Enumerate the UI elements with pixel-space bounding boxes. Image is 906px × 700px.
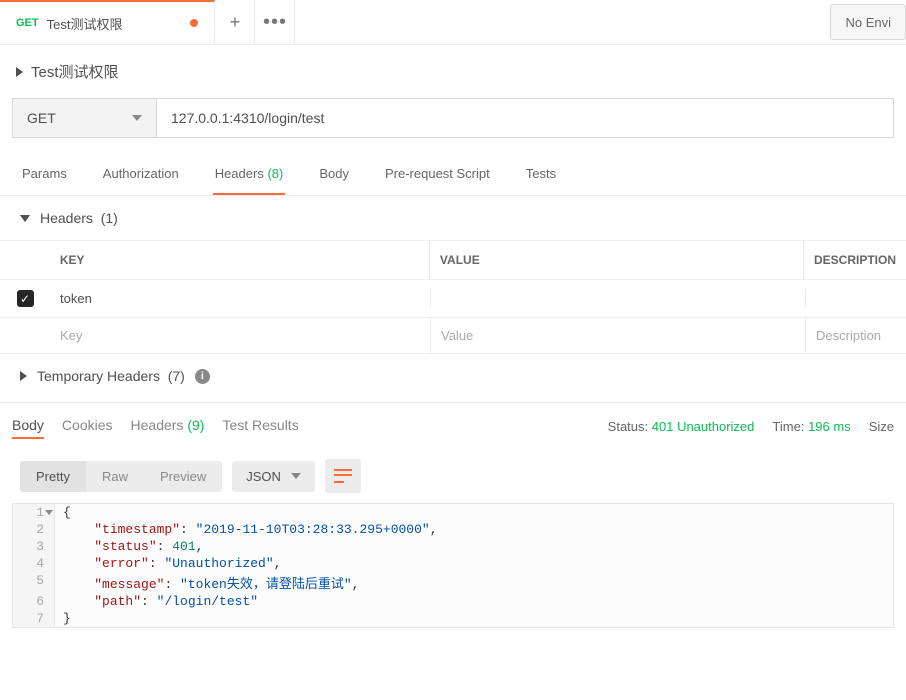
header-desc-input[interactable] [805, 289, 906, 309]
info-icon[interactable]: i [195, 369, 210, 384]
view-pretty-button[interactable]: Pretty [20, 461, 86, 492]
headers-section-toggle[interactable]: Headers (1) [0, 196, 906, 240]
header-key-input[interactable]: Key [50, 318, 430, 353]
table-row-new: Key Value Description [0, 318, 906, 354]
tab-params[interactable]: Params [20, 154, 69, 195]
headers-table: KEY VALUE DESCRIPTION ✓ token Key Value … [0, 240, 906, 354]
collapse-icon [20, 215, 30, 222]
expand-icon [16, 67, 23, 77]
request-tab[interactable]: GET Test测试权限 [0, 0, 215, 44]
url-input[interactable]: 127.0.0.1:4310/login/test [157, 98, 894, 138]
wrap-lines-button[interactable] [325, 459, 361, 493]
th-value: VALUE [429, 241, 803, 279]
tab-body[interactable]: Body [317, 154, 351, 195]
temp-headers-toggle[interactable]: Temporary Headers (7) i [0, 354, 906, 398]
view-preview-button[interactable]: Preview [144, 461, 222, 492]
resp-tab-cookies[interactable]: Cookies [62, 413, 113, 439]
tab-prerequest[interactable]: Pre-request Script [383, 154, 492, 195]
response-body[interactable]: 1{2 "timestamp": "2019-11-10T03:28:33.29… [12, 503, 894, 628]
ellipsis-icon: ••• [263, 11, 287, 34]
view-mode-group: Pretty Raw Preview [20, 461, 222, 492]
request-name-row[interactable]: Test测试权限 [0, 45, 906, 98]
tab-method-label: GET [16, 17, 39, 29]
resp-tab-headers[interactable]: Headers (9) [131, 413, 205, 439]
format-selector[interactable]: JSON [232, 461, 315, 492]
unsaved-indicator-icon [190, 19, 198, 27]
environment-selector[interactable]: No Envi [830, 4, 906, 40]
url-value: 127.0.0.1:4310/login/test [171, 110, 324, 126]
size-label: Size [869, 419, 894, 434]
resp-tab-testresults[interactable]: Test Results [222, 413, 298, 439]
plus-icon: + [230, 12, 241, 33]
th-key: KEY [50, 241, 429, 279]
time-value: 196 ms [808, 419, 851, 434]
row-checkbox[interactable]: ✓ [17, 290, 34, 307]
table-row: ✓ token [0, 280, 906, 318]
tab-authorization[interactable]: Authorization [101, 154, 181, 195]
wrap-icon [334, 469, 352, 483]
method-selector[interactable]: GET [12, 98, 157, 138]
expand-icon [20, 371, 27, 381]
check-icon: ✓ [20, 292, 30, 306]
tab-tests[interactable]: Tests [524, 154, 558, 195]
header-value-input[interactable]: Value [430, 318, 805, 353]
th-description: DESCRIPTION [803, 241, 906, 279]
environment-label: No Envi [845, 15, 891, 30]
status-value: 401 Unauthorized [652, 419, 755, 434]
request-name: Test测试权限 [31, 61, 119, 82]
header-desc-input[interactable]: Description [805, 318, 906, 353]
chevron-down-icon [291, 473, 301, 479]
new-tab-button[interactable]: + [215, 0, 255, 44]
chevron-down-icon [132, 115, 142, 121]
view-raw-button[interactable]: Raw [86, 461, 144, 492]
tab-options-button[interactable]: ••• [255, 0, 295, 44]
header-key-input[interactable]: token [50, 281, 430, 316]
tab-title: Test测试权限 [47, 14, 123, 33]
method-label: GET [27, 110, 56, 126]
tab-headers[interactable]: Headers (8) [213, 154, 286, 195]
resp-tab-body[interactable]: Body [12, 413, 44, 439]
header-value-input[interactable] [430, 289, 805, 309]
